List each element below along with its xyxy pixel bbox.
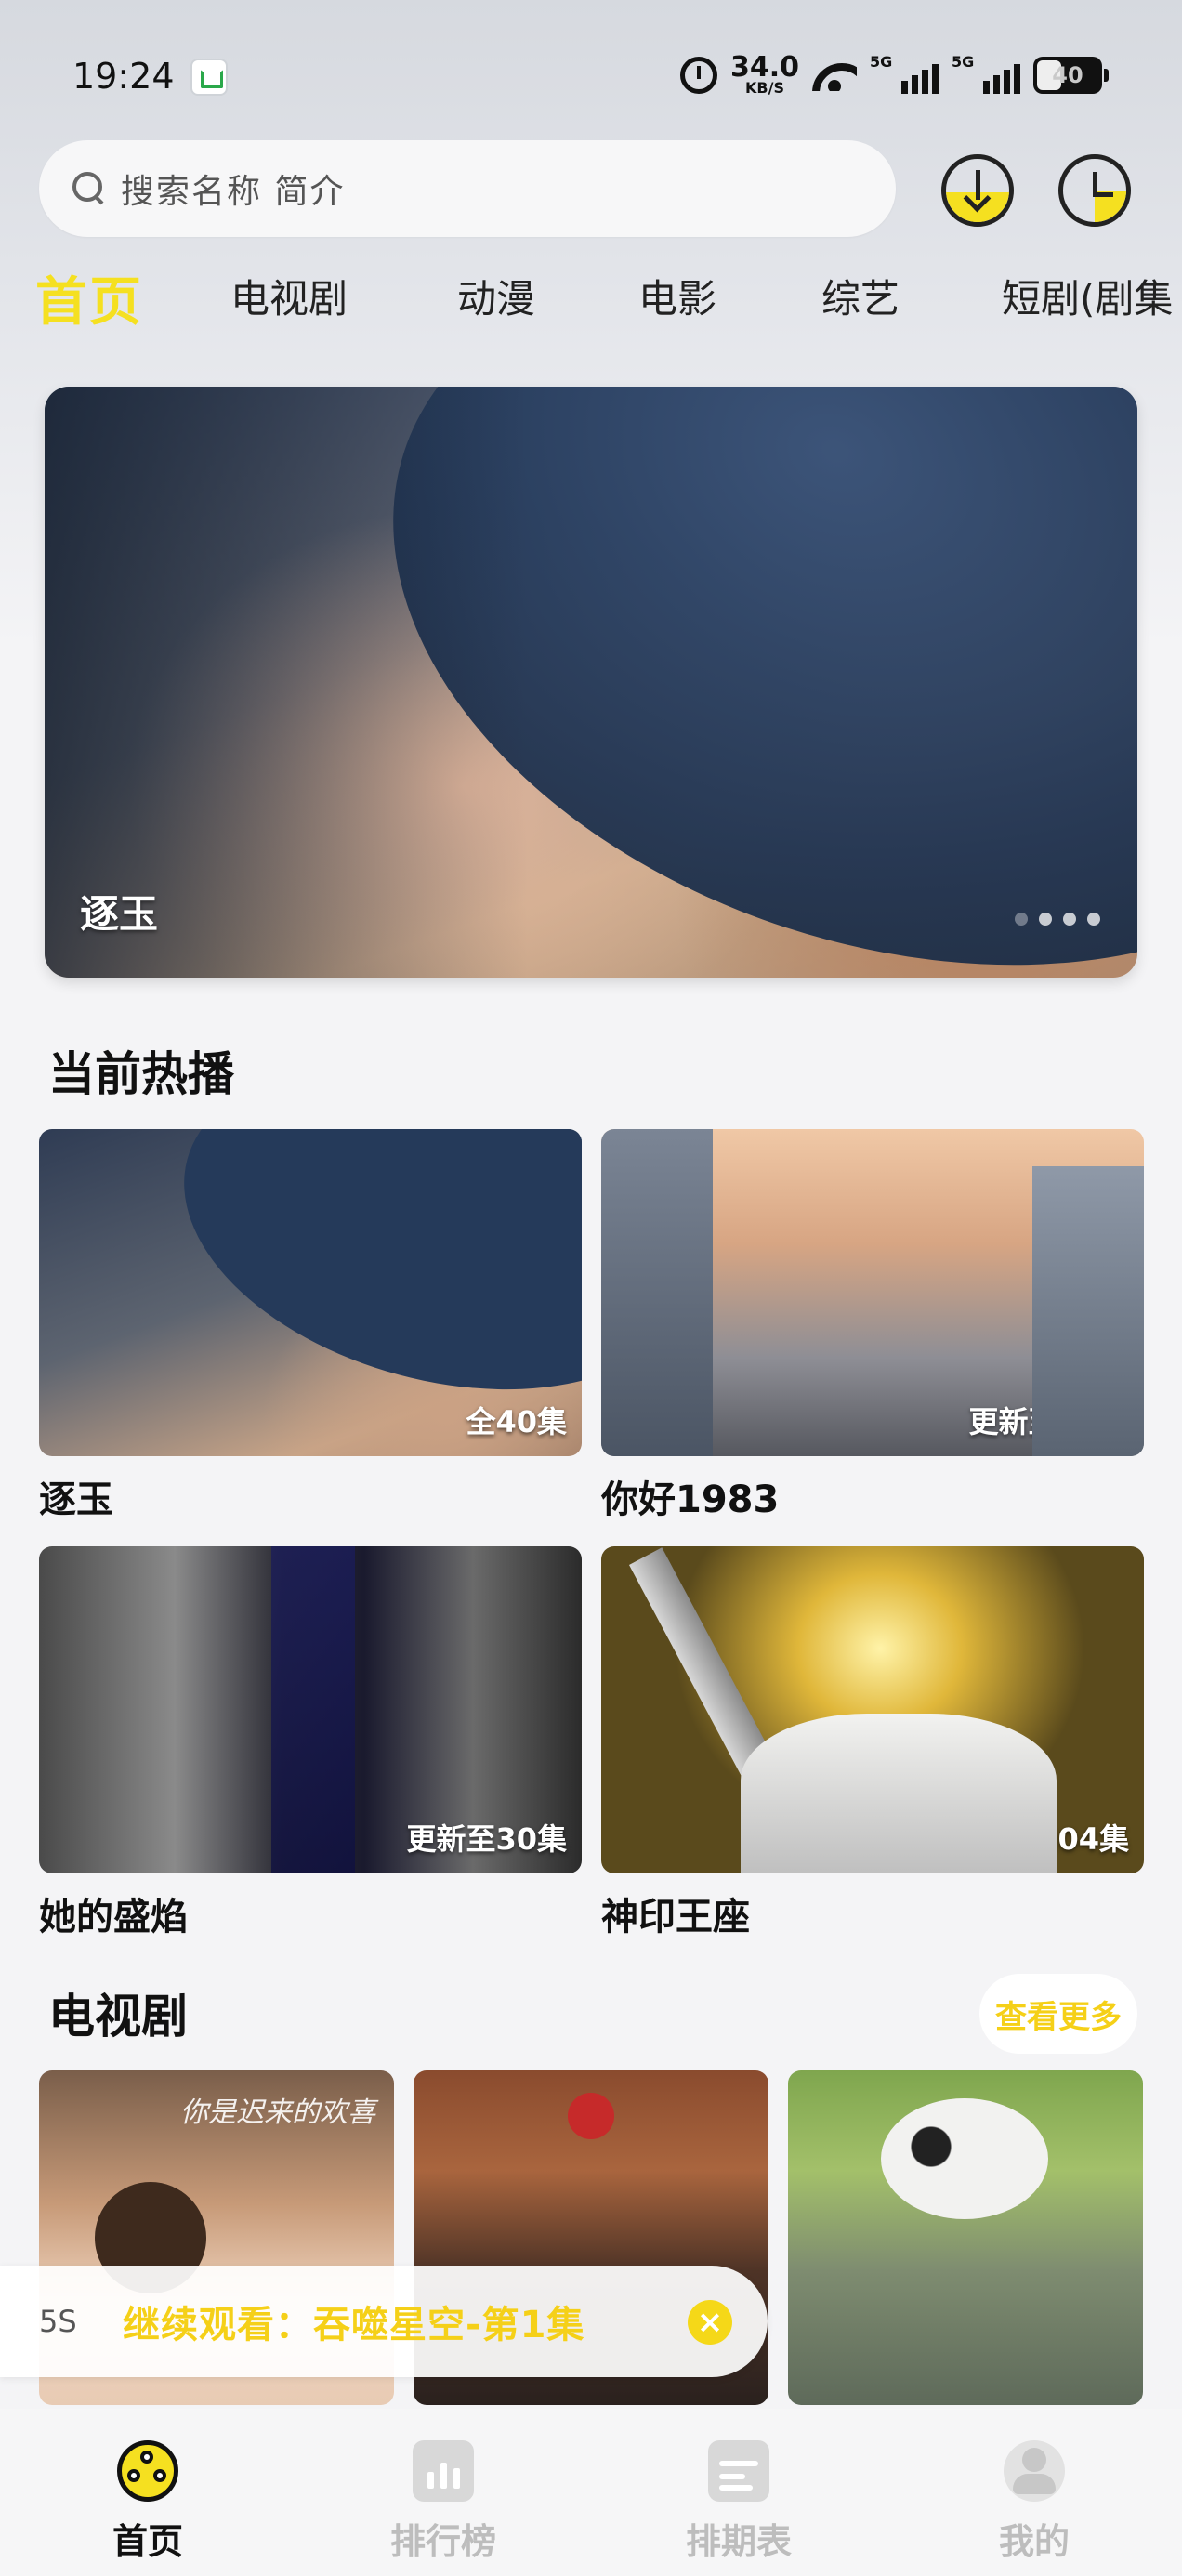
tab-tv[interactable]: 电视剧 <box>230 268 348 324</box>
banner-title: 逐玉 <box>80 891 159 937</box>
category-tabs: 首页 电视剧 动漫 电影 综艺 短剧(剧集 <box>0 260 1182 344</box>
episode-badge: 更新至30集 <box>406 1821 567 1857</box>
status-time: 19:24 <box>72 56 175 97</box>
nav-label: 首页 <box>112 2521 183 2562</box>
nav-schedule[interactable]: 排期表 <box>591 2409 886 2576</box>
nav-home[interactable]: 首页 <box>0 2409 296 2576</box>
cell-signal-icon: 5G <box>870 53 939 94</box>
nav-label: 排行榜 <box>389 2521 496 2562</box>
search-icon <box>71 170 108 207</box>
network-speed-value: 34.0 <box>729 51 799 84</box>
nav-profile[interactable]: 我的 <box>886 2409 1182 2576</box>
cell-signal-label-2: 5G <box>952 53 975 71</box>
status-icons: 34.0 KB/S 5G 5G 40 <box>679 51 1109 99</box>
home-reel-icon <box>117 2440 178 2502</box>
schedule-icon <box>708 2440 769 2502</box>
network-speed-unit: KB/S <box>745 79 784 97</box>
section-title-tv: 电视剧 <box>48 1990 188 2044</box>
status-bar: 19:24 34.0 KB/S 5G 5G 40 <box>0 0 1182 139</box>
tab-short-drama[interactable]: 短剧(剧集 <box>1002 268 1173 324</box>
search-placeholder: 搜索名称 简介 <box>121 173 346 211</box>
close-icon[interactable]: × <box>688 2300 732 2345</box>
cell-signal-icon-2: 5G <box>952 53 1020 94</box>
show-title: 逐玉 <box>39 1479 113 1521</box>
continue-watching-prefix: 5S <box>39 2304 77 2339</box>
wifi-icon <box>812 59 857 91</box>
hot-card[interactable]: 更新至204集 神印王座 <box>601 1546 1144 1940</box>
bottom-navigation: 首页 排行榜 排期表 我的 <box>0 2409 1182 2576</box>
poster-image: 全40集 <box>39 1129 582 1456</box>
episode-badge: 全40集 <box>466 1404 567 1439</box>
hot-card[interactable]: 更新至30集 她的盛焰 <box>39 1546 582 1940</box>
banner-pagination <box>1015 913 1100 926</box>
banner-dot <box>1063 913 1076 926</box>
poster-image: 更新至27集 <box>601 1129 1144 1456</box>
episode-badge: 更新至27集 <box>968 1404 1129 1439</box>
section-title-hot: 当前热播 <box>48 1047 234 1101</box>
banner-dot <box>1039 913 1052 926</box>
nav-label: 排期表 <box>685 2521 792 2562</box>
show-title: 她的盛焰 <box>39 1896 188 1939</box>
view-more-button[interactable]: 查看更多 <box>979 1974 1137 2054</box>
tab-movie[interactable]: 电影 <box>638 268 716 324</box>
tab-home[interactable]: 首页 <box>35 260 143 335</box>
nav-ranking[interactable]: 排行榜 <box>296 2409 591 2576</box>
show-title: 神印王座 <box>601 1896 750 1939</box>
battery-icon: 40 <box>1033 57 1109 94</box>
poster-image: 更新至30集 <box>39 1546 582 1873</box>
cell-signal-label: 5G <box>870 53 893 71</box>
app-notification-icon <box>190 59 228 96</box>
poster-title-art: 你是迟来的欢喜 <box>180 2096 375 2129</box>
download-button[interactable] <box>941 154 1014 227</box>
nav-label: 我的 <box>998 2521 1070 2562</box>
featured-banner[interactable]: 逐玉 <box>45 387 1137 978</box>
alarm-icon <box>679 57 717 94</box>
network-speed: 34.0 KB/S <box>729 51 799 97</box>
search-input[interactable]: 搜索名称 简介 <box>39 140 896 237</box>
hot-card[interactable]: 更新至27集 你好1983 <box>601 1129 1144 1523</box>
continue-watching-bar[interactable]: 5S 继续观看：吞噬星空-第1集 × <box>0 2266 768 2377</box>
continue-watching-text: 继续观看：吞噬星空-第1集 <box>123 2304 585 2346</box>
poster-image: 更新至204集 <box>601 1546 1144 1873</box>
hot-card[interactable]: 全40集 逐玉 <box>39 1129 582 1523</box>
tab-variety[interactable]: 综艺 <box>821 268 900 324</box>
ranking-icon <box>413 2440 474 2502</box>
episode-badge: 更新至204集 <box>948 1821 1129 1857</box>
battery-level: 40 <box>1052 62 1084 88</box>
profile-icon <box>1004 2440 1065 2502</box>
history-button[interactable] <box>1058 154 1131 227</box>
banner-dot <box>1015 913 1028 926</box>
tab-anime[interactable]: 动漫 <box>457 268 535 324</box>
tv-poster-card[interactable] <box>788 2070 1143 2405</box>
banner-dot <box>1087 913 1100 926</box>
show-title: 你好1983 <box>601 1479 780 1521</box>
download-icon <box>976 170 980 200</box>
